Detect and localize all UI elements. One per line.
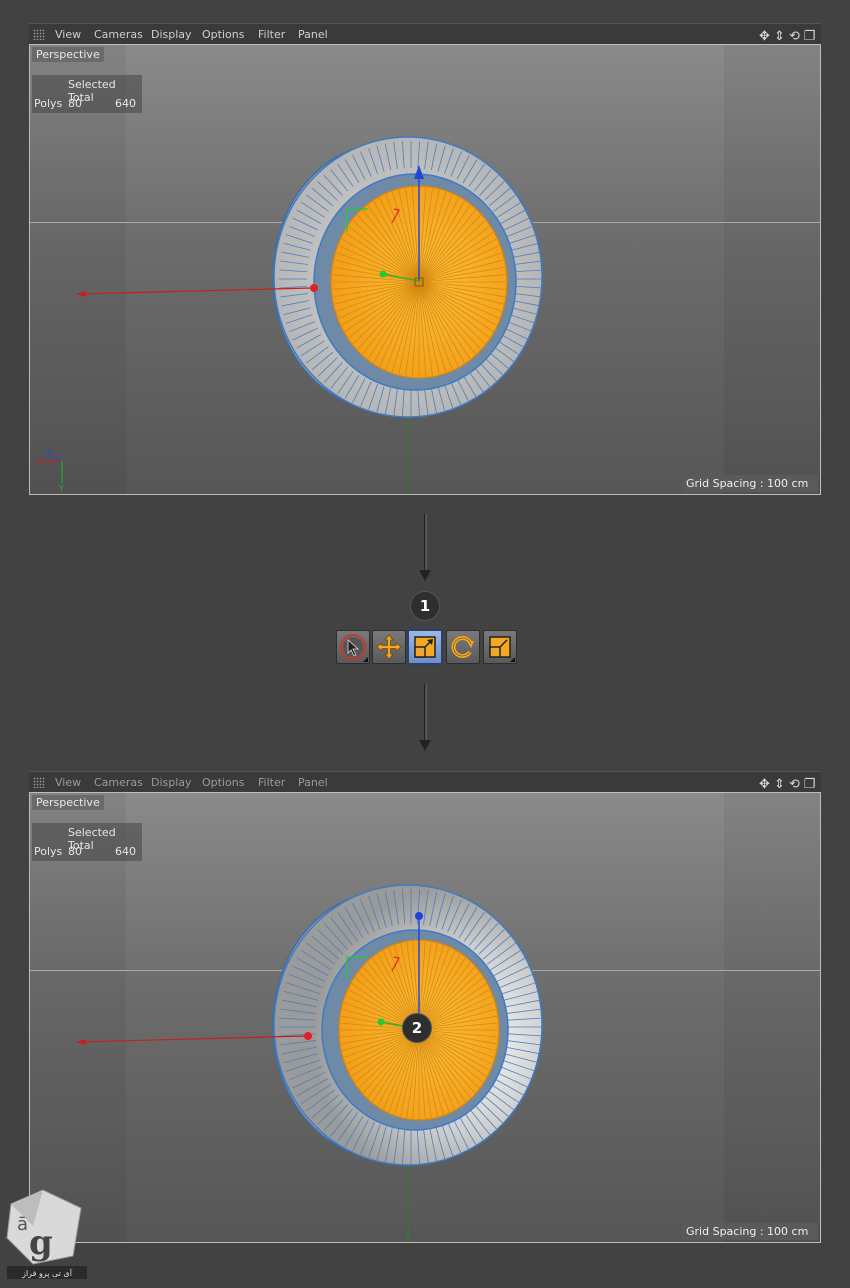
menu-filter[interactable]: Filter bbox=[258, 24, 285, 45]
y-axis-scale-knob[interactable] bbox=[377, 1018, 385, 1026]
dolly-view-icon[interactable]: ⇕ bbox=[772, 776, 787, 793]
move-view-icon[interactable]: ✥ bbox=[757, 28, 772, 45]
model-mode-button[interactable] bbox=[483, 630, 517, 664]
camera-label[interactable]: Perspective bbox=[32, 795, 104, 810]
stats-selected: 80 bbox=[68, 845, 82, 858]
dolly-view-icon[interactable]: ⇕ bbox=[772, 28, 787, 45]
x-axis-arrow-icon bbox=[76, 1039, 86, 1045]
x-axis-scale-knob[interactable] bbox=[304, 1032, 312, 1040]
axis-x-label: X bbox=[36, 457, 42, 466]
viewport-canvas[interactable]: X Y Z 2 Perspective Selected Total Polys… bbox=[29, 792, 821, 1243]
move-tool-icon bbox=[376, 634, 402, 660]
polygon-stats: Selected Total Polys 80 640 bbox=[32, 75, 142, 113]
rotate-tool-icon bbox=[451, 636, 474, 658]
menu-view[interactable]: View bbox=[55, 24, 81, 45]
step-badge-2: 2 bbox=[402, 1013, 432, 1043]
stats-row-label: Polys bbox=[34, 845, 63, 858]
stats-total: 640 bbox=[115, 97, 136, 110]
menu-view[interactable]: View bbox=[55, 772, 81, 793]
panel-grip-icon[interactable] bbox=[33, 777, 45, 788]
menu-options[interactable]: Options bbox=[202, 24, 244, 45]
rotate-view-icon[interactable]: ⟲ bbox=[787, 28, 802, 45]
view-navigation: ✥ ⇕ ⟲ ❐ bbox=[757, 774, 817, 793]
move-tool-button[interactable] bbox=[372, 630, 406, 664]
y-axis-scale-knob[interactable] bbox=[379, 270, 387, 278]
watermark-text: آی تی پرو فراز bbox=[21, 1268, 73, 1278]
viewport-canvas[interactable]: X Y Z Perspective Selected Total Polys 8… bbox=[29, 44, 821, 495]
menu-panel[interactable]: Panel bbox=[298, 24, 328, 45]
submenu-corner-icon bbox=[363, 657, 368, 662]
live-selection-tool-button[interactable] bbox=[336, 630, 370, 664]
menu-options[interactable]: Options bbox=[202, 772, 244, 793]
polygon-stats: Selected Total Polys 80 640 bbox=[32, 823, 142, 861]
camera-label[interactable]: Perspective bbox=[32, 47, 104, 62]
axis-indicator: X Y Z bbox=[36, 449, 64, 493]
viewport-menubar: View Cameras Display Options Filter Pane… bbox=[29, 23, 821, 45]
stats-selected: 80 bbox=[68, 97, 82, 110]
menu-display[interactable]: Display bbox=[151, 24, 192, 45]
arrow-down-icon bbox=[419, 514, 431, 581]
panel-grip-icon[interactable] bbox=[33, 29, 45, 40]
viewport-bottom: View Cameras Display Options Filter Pane… bbox=[29, 771, 821, 1243]
rotate-tool-button[interactable] bbox=[446, 630, 480, 664]
rotate-view-icon[interactable]: ⟲ bbox=[787, 776, 802, 793]
viewport-menubar: View Cameras Display Options Filter Pane… bbox=[29, 771, 821, 793]
grid-spacing-readout: Grid Spacing : 100 cm bbox=[682, 1223, 818, 1240]
scale-tool-button[interactable] bbox=[407, 629, 443, 665]
maximize-view-icon[interactable]: ❐ bbox=[802, 776, 817, 793]
viewport-top: View Cameras Display Options Filter Pane… bbox=[29, 23, 821, 495]
axis-y-label: Y bbox=[58, 484, 64, 493]
scene-render[interactable]: X Y Z bbox=[30, 45, 820, 494]
x-axis-handle[interactable] bbox=[77, 1035, 307, 1043]
scale-tool-icon bbox=[414, 636, 436, 658]
arrow-down-icon bbox=[419, 684, 431, 751]
menu-panel[interactable]: Panel bbox=[298, 772, 328, 793]
menu-cameras[interactable]: Cameras bbox=[94, 24, 143, 45]
z-axis-scale-knob[interactable] bbox=[415, 912, 423, 920]
menu-display[interactable]: Display bbox=[151, 772, 192, 793]
view-navigation: ✥ ⇕ ⟲ ❐ bbox=[757, 26, 817, 45]
menu-filter[interactable]: Filter bbox=[258, 772, 285, 793]
stats-row-label: Polys bbox=[34, 97, 63, 110]
svg-text:ā: ā bbox=[17, 1214, 28, 1235]
x-axis-arrow-icon bbox=[76, 291, 86, 297]
cylinder-object[interactable] bbox=[272, 136, 543, 418]
stats-total: 640 bbox=[115, 845, 136, 858]
watermark-logo: g ā آی تی پرو فراز bbox=[6, 1189, 87, 1279]
x-axis-scale-knob[interactable] bbox=[310, 284, 318, 292]
grid-spacing-readout: Grid Spacing : 100 cm bbox=[682, 475, 818, 492]
step-badge-1: 1 bbox=[410, 591, 440, 621]
tool-palette bbox=[336, 628, 518, 666]
submenu-corner-icon bbox=[510, 657, 515, 662]
svg-text:g: g bbox=[29, 1223, 53, 1263]
move-view-icon[interactable]: ✥ bbox=[757, 776, 772, 793]
menu-cameras[interactable]: Cameras bbox=[94, 772, 143, 793]
axis-z-label: Z bbox=[46, 449, 52, 458]
maximize-view-icon[interactable]: ❐ bbox=[802, 28, 817, 45]
